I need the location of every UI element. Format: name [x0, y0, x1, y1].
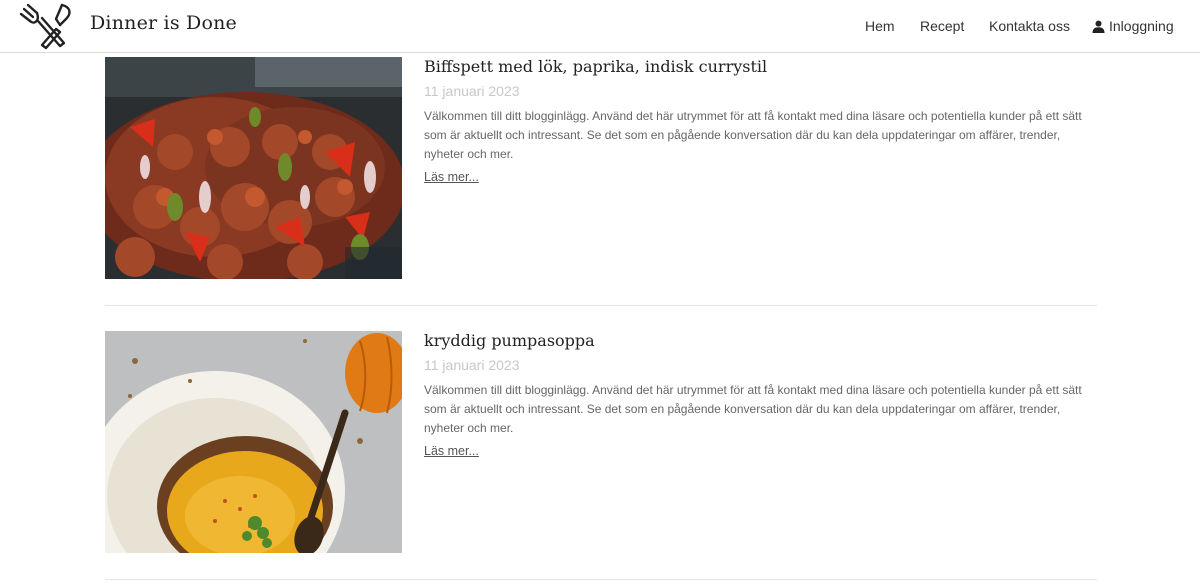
post-date: 11 januari 2023 [424, 357, 520, 373]
nav-home[interactable]: Hem [865, 18, 895, 34]
post-title[interactable]: kryddig pumpasoppa [424, 331, 595, 350]
read-more-link[interactable]: Läs mer... [424, 170, 479, 184]
read-more-link[interactable]: Läs mer... [424, 444, 479, 458]
nav-contact[interactable]: Kontakta oss [989, 18, 1070, 34]
post-image[interactable] [105, 331, 402, 553]
post-image[interactable] [105, 57, 402, 279]
post-excerpt: Välkommen till ditt blogginlägg. Använd … [424, 109, 1082, 161]
site-header: Dinner is Done Hem Recept Kontakta oss I… [0, 0, 1200, 53]
post-divider [105, 305, 1097, 306]
post-date: 11 januari 2023 [424, 83, 520, 99]
fork-knife-icon[interactable] [16, 1, 78, 51]
login-button[interactable]: Inloggning [1092, 18, 1174, 34]
post-excerpt: Välkommen till ditt blogginlägg. Använd … [424, 383, 1082, 435]
post-divider [105, 579, 1097, 580]
login-label: Inloggning [1109, 18, 1174, 34]
user-icon [1092, 20, 1105, 33]
post-title[interactable]: Biffspett med lök, paprika, indisk curry… [424, 57, 767, 76]
nav-recipes[interactable]: Recept [920, 18, 964, 34]
site-title[interactable]: Dinner is Done [90, 12, 237, 34]
